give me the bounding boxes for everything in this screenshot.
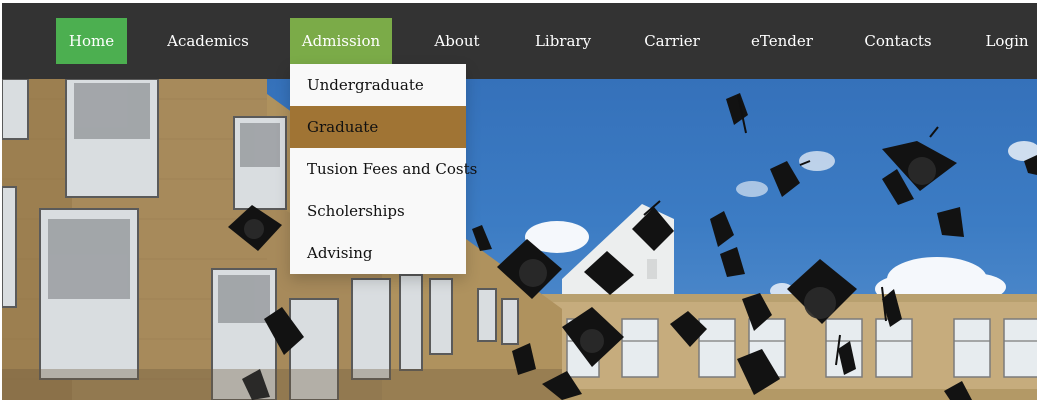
nav-etender[interactable]: eTender [746, 18, 818, 64]
nav-admission[interactable]: Admission [290, 18, 392, 64]
nav-academics[interactable]: Academics [163, 18, 253, 64]
nav-library[interactable]: Library [530, 18, 596, 64]
hero-graduation-photo [2, 79, 1037, 400]
dropdown-item-graduate[interactable]: Graduate [290, 106, 466, 148]
nav-carrier[interactable]: Carrier [639, 18, 705, 64]
admission-dropdown-menu: Undergraduate Graduate Tusion Fees and C… [290, 64, 477, 274]
nav-login[interactable]: Login [977, 18, 1037, 64]
nav-contacts[interactable]: Contacts [860, 18, 936, 64]
nav-about[interactable]: About [427, 18, 487, 64]
nav-home[interactable]: Home [56, 18, 127, 64]
main-navbar: Home Academics Admission About Library C… [2, 3, 1037, 79]
hero-illustration [2, 79, 1037, 400]
dropdown-item-advising[interactable]: Advising [290, 232, 466, 274]
dropdown-item-undergraduate[interactable]: Undergraduate [290, 64, 466, 106]
dropdown-item-tuition-fees[interactable]: Tusion Fees and Costs [290, 148, 477, 190]
page-frame: Home Academics Admission About Library C… [2, 3, 1037, 400]
dropdown-item-scholarships[interactable]: Scholerships [290, 190, 466, 232]
